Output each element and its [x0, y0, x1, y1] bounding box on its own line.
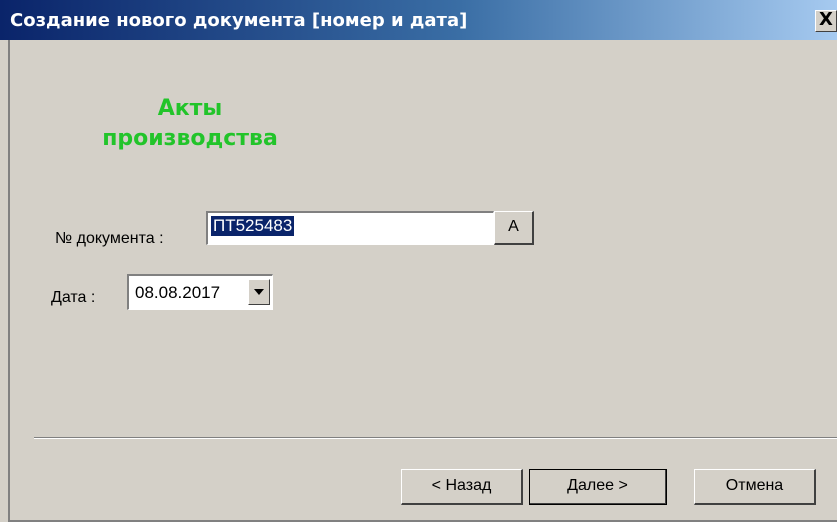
close-icon: X [819, 9, 833, 30]
doc-number-value: ПТ525483 [211, 216, 295, 236]
close-button[interactable]: X [815, 10, 837, 32]
separator-line [34, 437, 837, 439]
date-picker[interactable]: 08.08.2017 [127, 274, 273, 310]
title-bar[interactable]: Создание нового документа [номер и дата]… [0, 0, 837, 40]
dialog-window: Создание нового документа [номер и дата]… [0, 0, 837, 522]
next-button[interactable]: Далее > [529, 469, 667, 505]
document-type-heading: Акты производства [70, 94, 310, 154]
date-dropdown-button[interactable] [248, 279, 270, 305]
heading-line-2: производства [102, 126, 278, 151]
heading-line-1: Акты [157, 96, 223, 121]
cancel-button[interactable]: Отмена [694, 469, 816, 505]
date-label: Дата : [51, 289, 96, 306]
back-button[interactable]: < Назад [401, 469, 523, 505]
chevron-down-icon [254, 289, 264, 295]
doc-number-input[interactable]: ПТ525483 [206, 211, 494, 245]
window-title: Создание нового документа [номер и дата] [10, 9, 468, 31]
doc-number-label: № документа : [55, 230, 164, 247]
auto-number-button[interactable]: А [494, 211, 534, 245]
date-value: 08.08.2017 [135, 283, 221, 302]
